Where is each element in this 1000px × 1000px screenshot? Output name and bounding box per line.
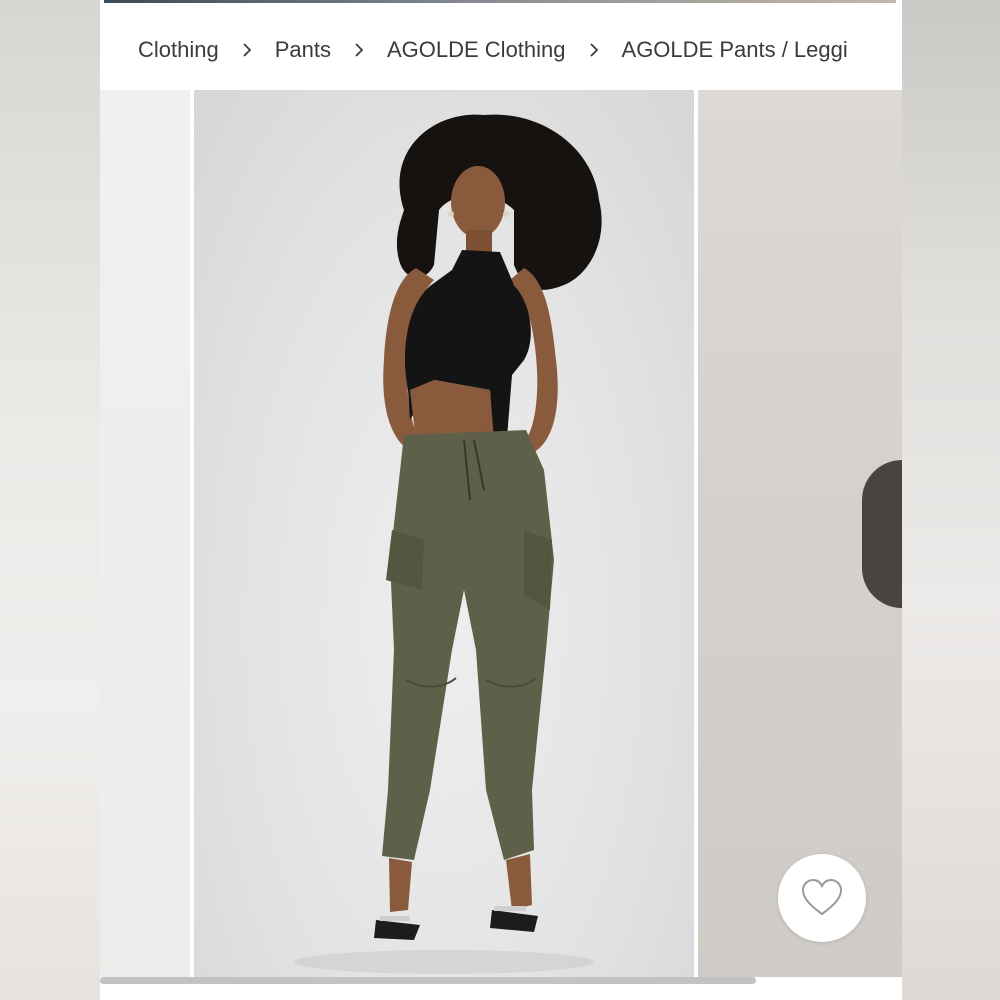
- heart-outline-icon: [801, 878, 843, 916]
- breadcrumb-item-agolde-clothing[interactable]: AGOLDE Clothing: [387, 37, 566, 63]
- product-page-screenshot: Clothing Pants AGOLDE Clothing AGOLDE Pa…: [100, 0, 902, 1000]
- top-image-edge: [104, 0, 896, 3]
- breadcrumb: Clothing Pants AGOLDE Clothing AGOLDE Pa…: [138, 30, 902, 70]
- breadcrumb-item-clothing[interactable]: Clothing: [138, 37, 219, 63]
- breadcrumb-item-pants[interactable]: Pants: [275, 37, 331, 63]
- chevron-right-icon: [566, 43, 622, 57]
- breadcrumb-item-agolde-pants[interactable]: AGOLDE Pants / Leggi: [622, 37, 848, 63]
- horizontal-scrollbar-thumb[interactable]: [100, 977, 756, 984]
- next-slide[interactable]: [698, 90, 902, 977]
- previous-slide[interactable]: [100, 90, 190, 977]
- chevron-right-icon: [331, 43, 387, 57]
- model-illustration: [294, 114, 602, 974]
- chevron-right-icon: [219, 43, 275, 57]
- blurred-background-left: [0, 0, 100, 1000]
- blurred-background-right: [902, 0, 1000, 1000]
- favorite-button[interactable]: [778, 854, 866, 942]
- next-slide-button[interactable]: [862, 460, 902, 608]
- image-carousel[interactable]: [100, 90, 902, 977]
- main-product-image[interactable]: [194, 90, 694, 977]
